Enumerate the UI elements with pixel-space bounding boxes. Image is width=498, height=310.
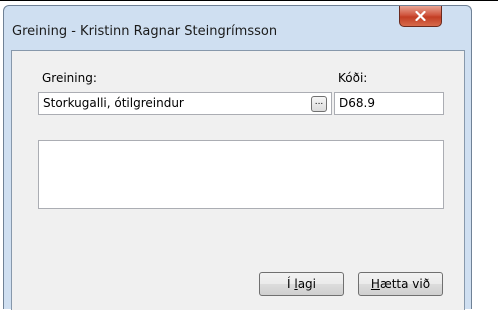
notes-textarea[interactable] — [38, 140, 444, 209]
ok-button[interactable]: Í l agi — [259, 272, 344, 296]
window-title: Greining - Kristinn Ragnar Steingrímsson — [12, 24, 278, 39]
close-icon — [415, 11, 426, 21]
cancel-button-suffix: ætta við — [379, 277, 431, 291]
screen-edge-line — [0, 0, 498, 1]
dialog-body: Greining: Storkugalli, ótilgreindur ... … — [11, 50, 465, 310]
cancel-button-accelerator: H — [370, 277, 380, 291]
code-label: Kóði: — [338, 71, 368, 85]
cancel-button[interactable]: Hætta við — [358, 272, 443, 296]
diagnosis-field[interactable]: Storkugalli, ótilgreindur — [38, 92, 332, 115]
ok-button-prefix: Í — [286, 277, 295, 291]
title-bar[interactable]: Greining - Kristinn Ragnar Steingrímsson — [4, 6, 471, 50]
dialog-window: Greining - Kristinn Ragnar Steingrímsson… — [3, 5, 472, 310]
code-field[interactable]: D68.9 — [334, 92, 444, 115]
close-button[interactable] — [399, 6, 442, 27]
ok-button-suffix: agi — [297, 277, 316, 291]
browse-diagnosis-button[interactable]: ... — [311, 96, 327, 112]
diagnosis-label: Greining: — [42, 71, 97, 85]
